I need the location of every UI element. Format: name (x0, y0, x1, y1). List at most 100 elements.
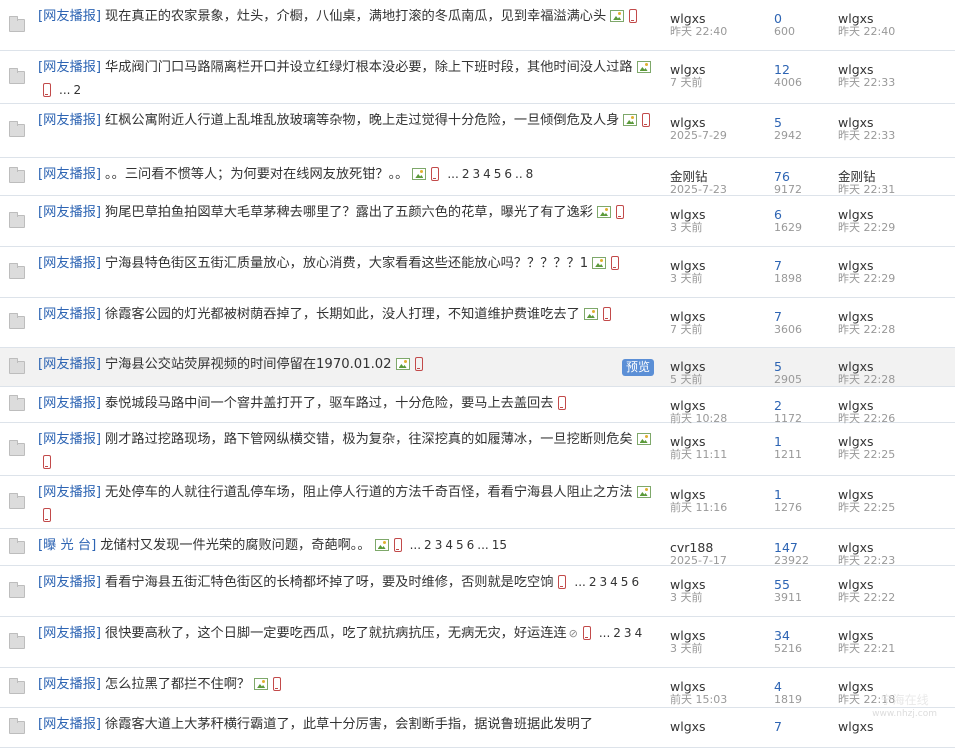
thread-title-link[interactable]: 现在真正的农家景象，灶头，介橱，八仙桌，满地打滚的冬瓜南瓜，见到幸福溢满心头 (105, 9, 606, 24)
last-poster[interactable]: 金刚钻 (838, 170, 955, 183)
thread-title-link[interactable]: 宁海县特色街区五街汇质量放心，放心消费，大家看看这些还能放心吗？？？？？1 (105, 256, 588, 271)
thread-title-link[interactable]: 狗尾巴草拍鱼拍図草大毛草茅稗去哪里了？露出了五颜六色的花草，曝光了有了逸彩 (105, 205, 593, 220)
page-link[interactable]: 6 (504, 167, 512, 181)
reply-count[interactable]: 12 (774, 63, 838, 76)
reply-count[interactable]: 1 (774, 488, 838, 501)
category-link[interactable]: [网友播报] (38, 485, 101, 500)
author-name[interactable]: wlgxs (670, 12, 774, 25)
category-link[interactable]: [网友播报] (38, 256, 101, 271)
thread-title-link[interactable]: 红枫公寓附近人行道上乱堆乱放玻璃等杂物，晚上走过觉得十分危险，一旦倾倒危及人身 (105, 113, 619, 128)
preview-button[interactable]: 预览 (621, 359, 654, 376)
page-link[interactable]: 2 (589, 575, 597, 589)
last-poster[interactable]: wlgxs (838, 12, 955, 25)
reply-count[interactable]: 5 (774, 360, 838, 373)
thread-title-link[interactable]: 徐霞客大道上大茅秆横行霸道了，此草十分厉害，会割断手指，据说鲁班据此发明了 (105, 717, 593, 732)
last-post-time[interactable]: 昨天 22:25 (838, 448, 955, 461)
page-link[interactable]: 5 (456, 538, 464, 552)
page-link[interactable]: 2 (462, 167, 470, 181)
last-post-time[interactable]: 昨天 22:22 (838, 591, 955, 604)
last-post-time[interactable]: 昨天 22:21 (838, 642, 955, 655)
reply-count[interactable]: 34 (774, 629, 838, 642)
last-poster[interactable]: wlgxs (838, 720, 955, 733)
author-name[interactable]: wlgxs (670, 360, 774, 373)
page-link[interactable]: 2 (613, 626, 621, 640)
page-link[interactable]: 8 (526, 167, 534, 181)
page-link[interactable]: 5 (494, 167, 502, 181)
thread-title-link[interactable]: 怎么拉黑了都拦不住啊？ (105, 677, 250, 692)
last-post-time[interactable]: 昨天 22:40 (838, 25, 955, 38)
page-link[interactable]: ... (59, 83, 70, 97)
page-link[interactable]: ... (410, 538, 421, 552)
page-link[interactable]: 3 (472, 167, 480, 181)
page-link[interactable]: 4 (483, 167, 491, 181)
category-link[interactable]: [网友播报] (38, 167, 101, 182)
category-link[interactable]: [网友播报] (38, 626, 101, 641)
category-link[interactable]: [网友播报] (38, 677, 101, 692)
category-link[interactable]: [网友播报] (38, 717, 101, 732)
page-link[interactable]: 6 (467, 538, 475, 552)
thread-title-link[interactable]: 龙储村又发现一件光荣的腐败问题，奇葩啊。。 (100, 538, 370, 553)
page-link[interactable]: 3 (435, 538, 443, 552)
last-post-time[interactable]: 昨天 22:31 (838, 183, 955, 196)
reply-count[interactable]: 0 (774, 12, 838, 25)
thread-title-link[interactable]: 徐霞客公园的灯光都被树荫吞掉了，长期如此，没人打理，不知道维护费谁吃去了 (105, 307, 580, 322)
page-link[interactable]: ... (599, 626, 610, 640)
page-link[interactable]: 4 (445, 538, 453, 552)
last-post-time[interactable]: 昨天 22:28 (838, 323, 955, 336)
reply-count[interactable]: 76 (774, 170, 838, 183)
last-poster[interactable]: wlgxs (838, 435, 955, 448)
reply-count[interactable]: 1 (774, 435, 838, 448)
thread-title-link[interactable]: 刚才路过挖路现场，路下管网纵横交错，极为复杂，往深挖真的如履薄冰，一旦挖断则危矣 (105, 432, 633, 447)
page-link[interactable]: .. (515, 167, 523, 181)
category-link[interactable]: [网友播报] (38, 113, 101, 128)
author-name[interactable]: 金刚钻 (670, 170, 774, 183)
author-name[interactable]: wlgxs (670, 488, 774, 501)
last-poster[interactable]: wlgxs (838, 310, 955, 323)
author-name[interactable]: wlgxs (670, 399, 774, 412)
author-name[interactable]: wlgxs (670, 63, 774, 76)
last-poster[interactable]: wlgxs (838, 360, 955, 373)
page-link[interactable]: ... (477, 538, 488, 552)
category-link[interactable]: [网友播报] (38, 396, 101, 411)
category-link[interactable]: [网友播报] (38, 357, 101, 372)
category-link[interactable]: [网友播报] (38, 575, 101, 590)
author-name[interactable]: wlgxs (670, 435, 774, 448)
page-link[interactable]: 4 (635, 626, 643, 640)
thread-title-link[interactable]: 宁海县公交站荧屏视频的时间停留在1970.01.02 (105, 357, 392, 372)
last-poster[interactable]: wlgxs (838, 578, 955, 591)
page-link[interactable]: 5 (621, 575, 629, 589)
page-link[interactable]: 3 (600, 575, 608, 589)
last-poster[interactable]: wlgxs (838, 541, 955, 554)
last-poster[interactable]: wlgxs (838, 399, 955, 412)
last-poster[interactable]: wlgxs (838, 63, 955, 76)
reply-count[interactable]: 147 (774, 541, 838, 554)
reply-count[interactable]: 7 (774, 720, 838, 733)
reply-count[interactable]: 7 (774, 310, 838, 323)
category-link[interactable]: [网友播报] (38, 60, 101, 75)
reply-count[interactable]: 7 (774, 259, 838, 272)
category-link[interactable]: [网友播报] (38, 307, 101, 322)
last-post-time[interactable]: 昨天 22:28 (838, 373, 955, 386)
reply-count[interactable]: 55 (774, 578, 838, 591)
reply-count[interactable]: 2 (774, 399, 838, 412)
reply-count[interactable]: 4 (774, 680, 838, 693)
category-link[interactable]: [网友播报] (38, 9, 101, 24)
page-link[interactable]: 3 (624, 626, 632, 640)
last-poster[interactable]: wlgxs (838, 208, 955, 221)
page-link[interactable]: 15 (492, 538, 507, 552)
last-post-time[interactable]: 昨天 22:29 (838, 221, 955, 234)
category-link[interactable]: [网友播报] (38, 205, 101, 220)
last-poster[interactable]: wlgxs (838, 680, 955, 693)
last-poster[interactable]: wlgxs (838, 259, 955, 272)
author-name[interactable]: wlgxs (670, 116, 774, 129)
page-link[interactable]: 2 (73, 83, 81, 97)
page-link[interactable]: ... (574, 575, 585, 589)
thread-title-link[interactable]: 泰悦城段马路中间一个窨井盖打开了，驱车路过，十分危险，要马上去盖回去 (105, 396, 553, 411)
reply-count[interactable]: 6 (774, 208, 838, 221)
category-link[interactable]: [网友播报] (38, 432, 101, 447)
thread-title-link[interactable]: 华成阀门门口马路隔离栏开口并设立红绿灯根本没必要，除上下班时段，其他时间没人过路 (105, 60, 633, 75)
thread-title-link[interactable]: 。。三问看不惯等人；为何要对在线网友放死钳？。。 (105, 167, 408, 182)
last-post-time[interactable]: 昨天 22:33 (838, 76, 955, 89)
author-name[interactable]: cvr188 (670, 541, 774, 554)
last-poster[interactable]: wlgxs (838, 488, 955, 501)
